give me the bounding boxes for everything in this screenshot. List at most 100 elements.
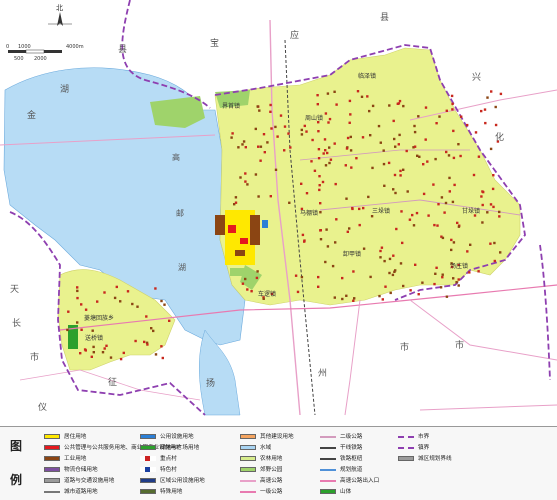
legend-item: 干线铁路 [320,444,362,453]
village-marker [348,227,351,230]
village-marker [346,136,350,140]
village-marker [230,136,233,139]
village-marker [466,123,469,127]
village-marker [294,274,298,277]
village-marker [154,353,158,356]
village-marker [266,141,269,144]
north-label: 北 [56,4,63,12]
village-marker [66,328,69,332]
village-marker [92,345,95,349]
village-marker [480,195,483,198]
village-marker [335,218,338,221]
legend-swatch [320,446,336,449]
town-label: 马棚镇 [300,209,318,217]
village-marker [91,329,94,332]
village-marker [335,103,338,106]
village-marker [119,300,122,303]
village-marker [411,213,414,217]
region-char: 宝 [210,37,219,49]
village-marker [126,290,130,293]
village-marker [424,106,428,109]
village-marker [392,254,395,257]
village-marker [389,291,392,295]
village-marker [360,95,364,98]
village-marker [76,321,79,324]
village-marker [432,183,435,186]
village-marker [368,109,371,113]
village-marker [326,92,330,95]
village-marker [402,284,405,288]
region-char: 天 [10,285,19,295]
scale-label: 500 [14,56,24,62]
village-marker [395,227,398,231]
region-char: 仪 [38,402,47,413]
village-marker [453,183,456,187]
village-marker [392,188,395,191]
village-marker [450,248,453,252]
village-marker [369,275,372,279]
village-marker [80,328,83,331]
legend-label: 高速公路 [260,478,283,484]
legend-item: 镇界 [398,444,429,453]
village-marker [437,203,440,206]
legend-label: 区域公用设施用地 [160,478,205,484]
village-marker [480,109,483,113]
village-marker [388,104,391,107]
village-marker [109,356,113,359]
village-marker [79,352,82,355]
village-marker [399,174,402,177]
village-marker [457,284,460,287]
village-marker [145,315,148,318]
village-marker [288,201,291,204]
legend-label: 一级公路 [260,489,283,495]
village-marker [76,289,79,293]
scale-label: 0 [6,44,9,50]
village-marker [324,112,328,115]
legend-label: 干线铁路 [340,445,363,451]
village-marker [150,327,153,330]
village-marker [103,291,106,294]
legend-swatch [140,456,156,461]
legend-label: 其他建设用地 [260,434,294,440]
legend-swatch [320,457,336,460]
village-marker [444,201,448,205]
village-marker [274,168,278,171]
village-marker [317,275,320,279]
village-marker [408,218,412,221]
village-marker [300,133,304,136]
village-marker [406,190,409,193]
town-label: 临泽镇 [358,72,376,80]
town-label: 三垛镇 [372,207,390,215]
village-marker [231,132,234,135]
legend-item: 绿地与广场用地 [140,444,199,453]
village-marker [405,149,408,153]
village-marker [326,245,330,248]
legend-label: 道路与交通设施用地 [64,478,115,484]
legend-swatch [44,467,60,472]
village-marker [382,149,385,152]
legend-label: 二级公路 [340,434,363,440]
village-marker [319,211,322,214]
region-char: 市 [400,341,409,353]
legend-swatch [44,478,60,483]
town-label: 甘垛镇 [462,207,480,215]
village-marker [246,288,249,291]
village-marker [434,272,437,275]
village-marker [474,131,478,134]
village-marker [80,303,83,306]
village-marker [370,215,374,218]
region-char: 应 [290,29,299,41]
village-marker [92,351,95,354]
village-marker [318,188,321,192]
village-marker [434,157,437,161]
village-marker [451,108,454,111]
village-marker [269,110,272,113]
village-marker [324,260,327,264]
village-marker [258,109,261,112]
village-marker [283,125,287,128]
legend-item: 水域 [240,444,271,453]
village-marker [317,157,321,160]
village-marker [358,223,361,227]
legend-swatch [44,434,60,439]
village-marker [369,134,372,137]
